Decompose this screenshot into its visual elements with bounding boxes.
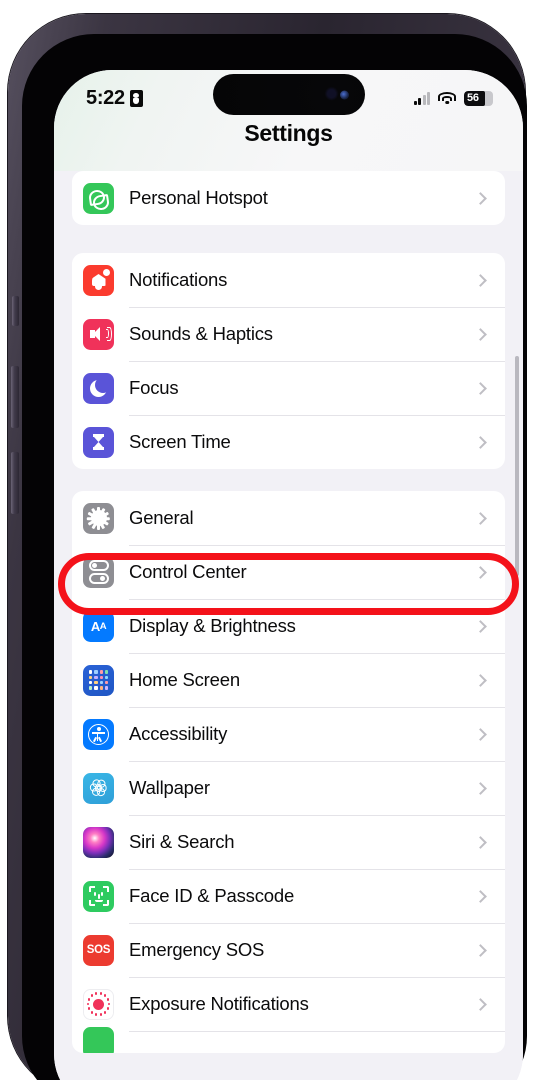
exposure-notifications-icon [83,988,114,1020]
wallpaper-flower-icon [83,772,114,804]
chevron-right-icon [474,435,487,449]
sidebar-item-face-id-passcode[interactable]: Face ID & Passcode [72,869,505,923]
personal-hotspot-icon [83,182,114,214]
siri-orb-icon [83,826,114,858]
silence-switch[interactable] [12,296,19,326]
sidebar-item-focus[interactable]: Focus [72,361,505,415]
sidebar-item-general[interactable]: General [72,491,505,545]
sidebar-item-display-brightness[interactable]: AA Display & Brightness [72,599,505,653]
settings-group-connectivity: Personal Hotspot [72,171,505,225]
chevron-right-icon [474,273,487,287]
status-time: 5:22 [86,86,125,109]
battery-indicator: 56 [464,90,493,106]
row-label: Exposure Notifications [129,993,309,1014]
display-brightness-aa-icon: AA [83,610,114,642]
chevron-right-icon [474,565,487,579]
sidebar-item-exposure-notifications[interactable]: Exposure Notifications [72,977,505,1031]
chevron-right-icon [474,835,487,849]
chevron-right-icon [474,327,487,341]
row-label: Control Center [129,561,247,582]
row-label: Focus [129,377,179,398]
row-label: Personal Hotspot [129,187,268,208]
page-title: Settings [54,118,523,171]
home-screen-grid-icon [83,664,114,696]
cellular-bars-icon [413,91,430,105]
sidebar-item-partially-visible[interactable] [72,1026,505,1053]
screen-header: 5:22 56 Settings [54,70,523,171]
status-bar-left: 5:22 [86,87,143,110]
sidebar-item-screen-time[interactable]: Screen Time [72,415,505,469]
battery-percent-label: 56 [467,92,479,104]
sidebar-item-sounds-haptics[interactable]: Sounds & Haptics [72,307,505,361]
dynamic-island [212,74,365,115]
vertical-scrollbar[interactable] [515,356,519,576]
row-label: General [129,507,194,528]
chevron-right-icon [474,673,487,687]
row-label: Notifications [129,269,228,290]
accessibility-icon [83,718,114,750]
row-label: Accessibility [129,723,228,744]
chevron-right-icon [474,619,487,633]
lock-portrait-icon [129,89,143,107]
settings-list[interactable]: Personal Hotspot Notifications Sounds & … [54,171,523,1080]
row-label: Home Screen [129,669,240,690]
sounds-speaker-icon [83,318,114,350]
screenshot-root: 5:22 56 Settings Personal Hotspot Notifi… [0,0,533,1080]
chevron-right-icon [474,191,487,205]
row-label: Emergency SOS [129,939,265,960]
sidebar-item-wallpaper[interactable]: Wallpaper [72,761,505,815]
row-label: Wallpaper [129,777,210,798]
sos-label: SOS [86,944,111,956]
chevron-right-icon [474,889,487,903]
wifi-icon [438,91,456,105]
chevron-right-icon [474,943,487,957]
sidebar-item-emergency-sos[interactable]: SOS Emergency SOS [72,923,505,977]
settings-group-alerts: Notifications Sounds & Haptics Focus Scr… [72,253,505,469]
settings-group-system: General Control Center A A Display & Bri… [72,491,505,1053]
row-label: Display & Brightness [129,615,296,636]
status-bar-right: 56 [413,90,493,106]
sidebar-item-siri-search[interactable]: Siri & Search [72,815,505,869]
control-center-toggles-icon [83,556,114,588]
chevron-right-icon [474,727,487,741]
row-label: Face ID & Passcode [129,885,295,906]
phone-bezel: 5:22 56 Settings Personal Hotspot Notifi… [22,34,527,1080]
phone-screen: 5:22 56 Settings Personal Hotspot Notifi… [54,70,523,1080]
row-label: Screen Time [129,431,231,452]
volume-down-button[interactable] [11,452,19,514]
row-label: Siri & Search [129,831,235,852]
sidebar-item-accessibility[interactable]: Accessibility [72,707,505,761]
phone-frame: 5:22 56 Settings Personal Hotspot Notifi… [8,14,527,1080]
screen-time-hourglass-icon [83,426,114,458]
notifications-bell-icon [83,264,114,296]
sidebar-item-notifications[interactable]: Notifications [72,253,505,307]
page-title-text: Settings [244,120,333,146]
face-id-icon [83,880,114,912]
row-label: Sounds & Haptics [129,323,273,344]
general-gear-icon [83,502,114,534]
volume-up-button[interactable] [11,366,19,428]
chevron-right-icon [474,781,487,795]
emergency-sos-icon: SOS [83,934,114,966]
partial-green-app-icon [83,1026,114,1053]
focus-moon-icon [83,372,114,404]
sidebar-item-personal-hotspot[interactable]: Personal Hotspot [72,171,505,225]
chevron-right-icon [474,997,487,1011]
sidebar-item-control-center[interactable]: Control Center [72,545,505,599]
chevron-right-icon [474,381,487,395]
chevron-right-icon [474,511,487,525]
sidebar-item-home-screen[interactable]: Home Screen [72,653,505,707]
